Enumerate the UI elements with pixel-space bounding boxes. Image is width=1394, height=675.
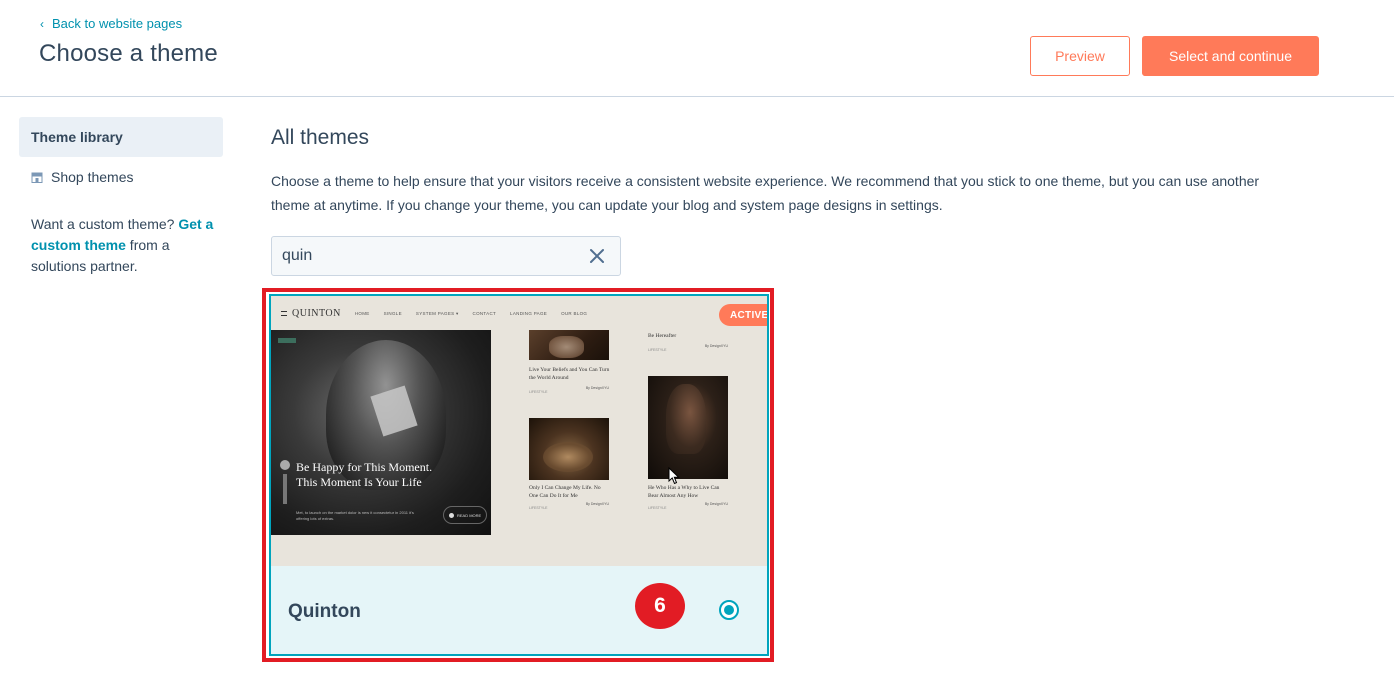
avatar [280,460,290,470]
custom-theme-note: Want a custom theme? Get a custom theme … [19,214,219,277]
preview-post: Live Your Beliefs and You Can Turn the W… [529,330,619,400]
preview-post-title: Be Hereafter [648,333,677,339]
preview-read-more: READ MORE [443,506,487,524]
preview-logo-text: QUINTON [292,308,341,319]
step-number-badge: 6 [635,583,685,629]
select-and-continue-button[interactable]: Select and continue [1142,36,1319,76]
sidebar-item-shop-themes[interactable]: Shop themes [19,157,223,197]
preview-nav-link: SYSTEM PAGES ▾ [415,310,459,316]
store-icon [31,172,43,183]
custom-theme-note-prefix: Want a custom theme? [31,216,179,232]
preview-post-title: He Who Has a Why to Live Can Bear Almost… [648,485,720,499]
preview-hero-tag [278,338,296,343]
mouse-cursor-icon [668,467,680,485]
preview-post-title: Live Your Beliefs and You Can Turn the W… [529,367,610,381]
preview-hero-title: Be Happy for This Moment. This Moment Is… [296,460,433,489]
preview-read-more-label: READ MORE [457,512,482,518]
preview-post-author: By DesignXYU [585,386,609,390]
section-description: Choose a theme to help ensure that your … [271,173,1260,213]
play-icon [449,512,454,518]
preview-logo: QUINTON [281,308,341,319]
preview-hero-subtitle: Met, to launch on the market dolor is ne… [296,510,414,521]
back-link-label: Back to website pages [52,16,183,31]
preview-post: Be Hereafter LIFESTYLE By DesignXYU [648,330,738,360]
clear-search-icon[interactable] [588,247,606,265]
chevron-left-icon: ‹ [40,16,44,31]
preview-nav-link: HOME [354,311,370,316]
preview-post-author: By DesignXYU [704,502,728,506]
sidebar-item-label: Shop themes [51,169,134,185]
top-bar: ‹ Back to website pages Choose a theme P… [0,0,1394,97]
preview-post-meta: LIFESTYLE [648,506,667,510]
theme-card-quinton[interactable]: QUINTON HOME SINGLE SYSTEM PAGES ▾ CONTA… [269,294,769,656]
preview-post: Only I Can Change My Life. No One Can Do… [529,418,619,518]
theme-name: Quinton [288,601,361,622]
menu-icon [281,311,287,316]
preview-button[interactable]: Preview [1030,36,1130,76]
preview-nav: QUINTON HOME SINGLE SYSTEM PAGES ▾ CONTA… [281,308,587,319]
page-title: Choose a theme [39,40,218,67]
preview-nav-link-label: SYSTEM PAGES [415,310,455,316]
preview-post-author: By DesignXYU [704,344,728,348]
section-title: All themes [271,126,370,149]
preview-post-author: By DesignXYU [585,502,609,506]
sidebar-item-theme-library[interactable]: Theme library [19,117,223,157]
preview-post-image [648,376,728,479]
sidebar: Theme library Shop themes Want a custom … [19,117,223,277]
sidebar-item-label: Theme library [31,129,123,145]
preview-nav-link: OUR BLOG [561,311,588,316]
active-badge: ACTIVE [719,304,767,326]
back-to-website-pages-link[interactable]: ‹ Back to website pages [40,16,182,31]
preview-nav-link: SINGLE [383,311,402,316]
preview-nav-link: LANDING PAGE [510,311,548,316]
search-input[interactable] [282,237,572,275]
preview-post-title: Only I Can Change My Life. No One Can Do… [529,485,601,499]
theme-card-footer: Quinton 6 [271,566,767,654]
theme-preview-thumbnail: QUINTON HOME SINGLE SYSTEM PAGES ▾ CONTA… [271,296,767,566]
preview-post-meta: LIFESTYLE [529,506,548,510]
hero-side-bar [283,474,287,504]
preview-hero-image: Be Happy for This Moment. This Moment Is… [271,330,491,535]
preview-nav-link: CONTACT [472,311,497,316]
preview-post-image [529,330,609,360]
theme-search [271,236,621,276]
preview-post-meta: LIFESTYLE [648,348,667,352]
preview-post: He Who Has a Why to Live Can Bear Almost… [648,376,738,518]
theme-select-radio[interactable] [719,600,739,620]
preview-post-meta: LIFESTYLE [529,390,548,394]
preview-post-image [529,418,609,480]
